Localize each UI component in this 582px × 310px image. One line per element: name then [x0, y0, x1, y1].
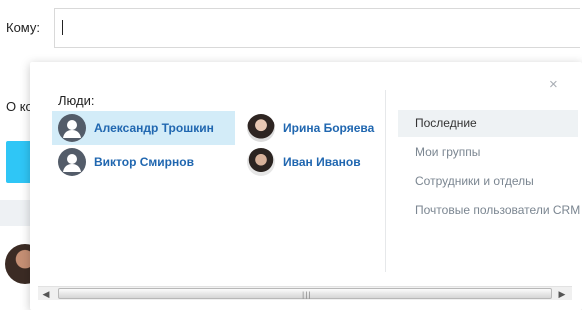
person-item-viktor-smirnov[interactable]: Виктор Смирнов	[52, 145, 235, 179]
nav-crm-mail-users[interactable]: Почтовые пользователи CRM	[402, 197, 582, 224]
recipient-row: Кому:	[0, 0, 582, 56]
divider	[385, 90, 386, 272]
avatar	[247, 148, 275, 176]
to-label: Кому:	[6, 20, 40, 35]
person-name: Иван Иванов	[283, 155, 361, 169]
person-name: Александр Трошкин	[94, 121, 214, 135]
person-name: Ирина Боряева	[283, 121, 375, 135]
grip-icon: |||	[301, 291, 312, 299]
people-section-title: Люди:	[58, 93, 95, 108]
nav-recent[interactable]: Последние	[398, 110, 578, 137]
text-caret	[62, 20, 63, 35]
user-silhouette-icon	[58, 148, 86, 176]
subject-label: О ко	[6, 99, 33, 114]
toolbar-strip	[0, 200, 30, 226]
avatar	[247, 114, 275, 142]
horizontal-scrollbar[interactable]: ◀ ||| ▶	[38, 286, 572, 300]
recipient-selector-popup: × Люди: Александр Трошкин Ирина Боряева …	[30, 62, 582, 310]
scrollbar-thumb[interactable]: |||	[58, 288, 552, 299]
person-name: Виктор Смирнов	[94, 155, 194, 169]
scroll-right-icon[interactable]: ▶	[556, 288, 568, 300]
recipient-input[interactable]	[54, 8, 580, 48]
scroll-left-icon[interactable]: ◀	[40, 288, 52, 300]
nav-employees-departments[interactable]: Сотрудники и отделы	[402, 168, 582, 195]
person-item-irina-boryaeva[interactable]: Ирина Боряева	[241, 111, 381, 145]
nav-my-groups[interactable]: Мои группы	[402, 139, 582, 166]
user-silhouette-icon	[58, 114, 86, 142]
person-item-ivan-ivanov[interactable]: Иван Иванов	[241, 145, 381, 179]
person-item-aleksandr-troshkin[interactable]: Александр Трошкин	[52, 111, 235, 145]
close-icon[interactable]: ×	[549, 76, 558, 93]
